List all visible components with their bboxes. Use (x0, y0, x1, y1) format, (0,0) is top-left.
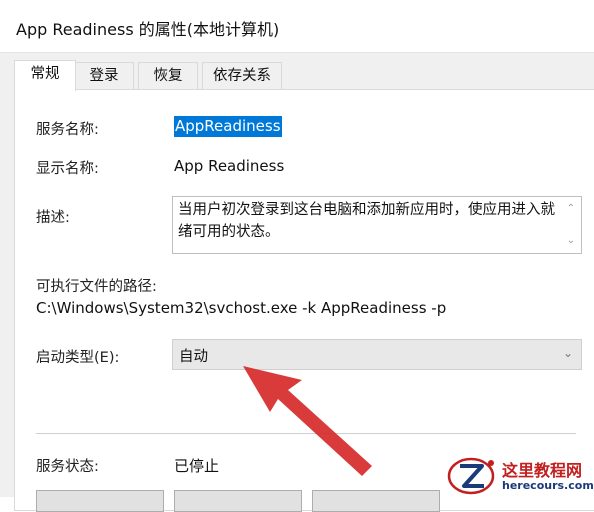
display-name-value[interactable]: App Readiness (174, 157, 284, 175)
chevron-down-icon[interactable]: ⌄ (563, 346, 573, 360)
description-label: 描述: (36, 210, 70, 226)
section-divider (36, 433, 576, 434)
watermark: 这里教程网 herecours.com (444, 454, 594, 497)
startup-type-select[interactable]: 自动 ⌄ (172, 339, 582, 370)
chevron-down-icon[interactable]: ⌄ (567, 235, 575, 246)
service-name-label: 服务名称: (36, 122, 99, 138)
watermark-name: 这里教程网 (502, 461, 583, 480)
window-title: App Readiness 的属性(本地计算机) (16, 20, 280, 39)
stop-button[interactable] (174, 490, 302, 512)
startup-type-value: 自动 (179, 349, 208, 365)
window-titlebar: App Readiness 的属性(本地计算机) (0, 0, 594, 53)
service-status-label: 服务状态: (36, 459, 99, 475)
watermark-url: herecours.com (502, 479, 594, 492)
description-textbox[interactable]: 当用户初次登录到这台电脑和添加新应用时，使应用进入就绪可用的状态。 ⌃ ⌄ (172, 196, 582, 254)
pause-button[interactable] (312, 490, 440, 512)
tab-logon[interactable]: 登录 (74, 62, 134, 90)
watermark-logo-icon (447, 457, 495, 495)
exe-path-value: C:\Windows\System32\svchost.exe -k AppRe… (36, 299, 447, 317)
exe-path-label: 可执行文件的路径: (36, 279, 157, 295)
service-status-value: 已停止 (174, 457, 220, 475)
tab-general[interactable]: 常规 (14, 60, 76, 91)
display-name-label: 显示名称: (36, 161, 99, 177)
start-button[interactable] (36, 490, 164, 512)
tab-recovery[interactable]: 恢复 (138, 62, 198, 90)
tab-dependencies[interactable]: 依存关系 (202, 62, 282, 90)
chevron-up-icon[interactable]: ⌃ (567, 203, 575, 214)
service-name-value[interactable]: AppReadiness (174, 116, 282, 137)
description-text: 当用户初次登录到这台电脑和添加新应用时，使应用进入就绪可用的状态。 (178, 202, 555, 240)
startup-type-label: 启动类型(E): (36, 350, 120, 366)
